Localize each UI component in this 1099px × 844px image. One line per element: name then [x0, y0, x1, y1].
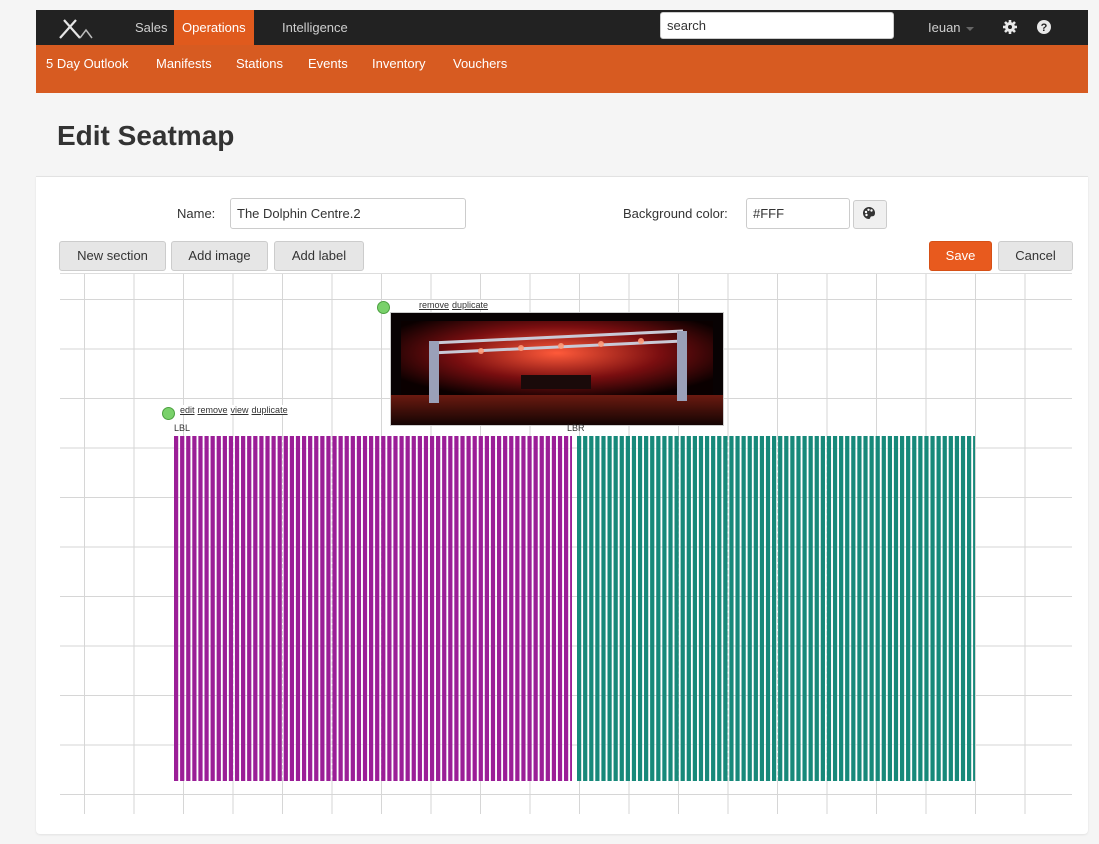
- seat-section-lbr[interactable]: [577, 436, 975, 781]
- cancel-button[interactable]: Cancel: [998, 241, 1073, 271]
- color-picker-button[interactable]: [853, 200, 887, 229]
- subnav-manifests[interactable]: Manifests: [156, 37, 212, 91]
- section-label-lbl: LBL: [174, 423, 191, 433]
- subnav-vouchers[interactable]: Vouchers: [453, 37, 507, 91]
- page-title: Edit Seatmap: [57, 120, 235, 151]
- image-drag-handle[interactable]: [377, 301, 390, 314]
- section-drag-handle[interactable]: [162, 407, 175, 420]
- subnav-5-day-outlook[interactable]: 5 Day Outlook: [46, 37, 128, 91]
- sub-navbar: 5 Day Outlook Manifests Stations Events …: [36, 45, 1088, 93]
- user-name: Ieuan: [928, 20, 961, 35]
- seatmap-canvas[interactable]: remove duplicate edit remove view duplic…: [60, 273, 1072, 814]
- add-label-button[interactable]: Add label: [274, 241, 364, 271]
- name-label: Name:: [177, 206, 216, 221]
- section-view-link[interactable]: view: [231, 405, 249, 415]
- section-edit-link[interactable]: edit: [180, 405, 195, 415]
- image-actions: remove duplicate: [419, 300, 492, 310]
- subnav-stations[interactable]: Stations: [236, 37, 283, 91]
- background-color-label: Background color:: [623, 206, 728, 221]
- stage-photo: [391, 313, 723, 425]
- save-button[interactable]: Save: [929, 241, 992, 271]
- section-remove-link[interactable]: remove: [198, 405, 228, 415]
- section-label-lbr: LBR: [567, 423, 585, 433]
- image-duplicate-link[interactable]: duplicate: [452, 300, 488, 310]
- name-input[interactable]: [230, 198, 466, 229]
- section-actions: edit remove view duplicate: [180, 405, 291, 415]
- background-color-input[interactable]: [746, 198, 850, 229]
- user-menu[interactable]: Ieuan: [928, 10, 974, 45]
- image-remove-link[interactable]: remove: [419, 300, 449, 310]
- stage-image[interactable]: [390, 312, 724, 426]
- seatmap-editor-panel: Name: Background color: New section Add …: [36, 176, 1088, 834]
- section-duplicate-link[interactable]: duplicate: [252, 405, 288, 415]
- chevron-down-icon: [965, 26, 974, 31]
- add-image-button[interactable]: Add image: [171, 241, 268, 271]
- new-section-button[interactable]: New section: [59, 241, 166, 271]
- svg-text:?: ?: [1041, 22, 1048, 34]
- gear-icon[interactable]: [1002, 19, 1018, 35]
- subnav-inventory[interactable]: Inventory: [372, 37, 425, 91]
- help-icon[interactable]: ?: [1036, 19, 1052, 35]
- palette-icon: [863, 207, 875, 219]
- subnav-events[interactable]: Events: [308, 37, 348, 91]
- seat-section-lbl[interactable]: [174, 436, 572, 781]
- search-input[interactable]: [660, 12, 894, 39]
